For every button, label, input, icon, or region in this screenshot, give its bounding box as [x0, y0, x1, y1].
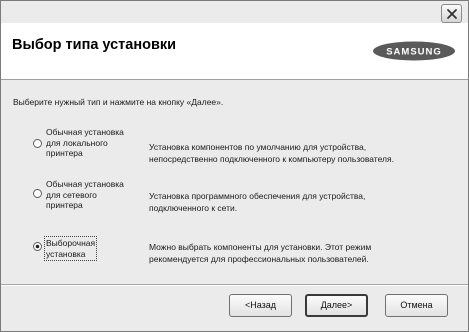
logo-text: SAMSUNG — [386, 47, 442, 58]
radio-icon — [33, 189, 42, 198]
option-label-custom-install[interactable]: Выборочная установка — [43, 236, 98, 261]
samsung-logo: SAMSUNG — [373, 41, 455, 61]
radio-icon — [33, 139, 42, 148]
option-label-network-printer[interactable]: Обычная установка для сетевого принтера — [46, 179, 124, 211]
option-desc-custom-install: Можно выбрать компоненты для установки. … — [149, 242, 372, 264]
option-desc-network-printer: Установка программного обеспечения для у… — [149, 191, 366, 213]
page-title: Выбор типа установки — [12, 37, 177, 53]
title-bar — [1, 1, 468, 23]
close-icon — [447, 9, 457, 19]
option-label-local-printer[interactable]: Обычная установка для локального принтер… — [46, 127, 124, 159]
radio-custom-install[interactable] — [33, 242, 42, 251]
footer-divider — [1, 284, 468, 286]
next-button[interactable]: Далее> — [305, 294, 368, 317]
instruction-text: Выберите нужный тип и нажмите на кнопку … — [13, 97, 224, 107]
option-desc-local-printer: Установка компонентов по умолчанию для у… — [149, 142, 394, 164]
radio-selected-icon — [33, 242, 42, 251]
back-button[interactable]: <Назад — [229, 294, 292, 317]
radio-network-printer[interactable] — [33, 189, 42, 198]
radio-local-printer[interactable] — [33, 139, 42, 148]
dialog-header: Выбор типа установки SAMSUNG — [1, 23, 468, 80]
installer-dialog: Выбор типа установки SAMSUNG Выберите ну… — [0, 0, 469, 332]
close-button[interactable] — [441, 4, 462, 23]
cancel-button[interactable]: Отмена — [385, 294, 448, 317]
